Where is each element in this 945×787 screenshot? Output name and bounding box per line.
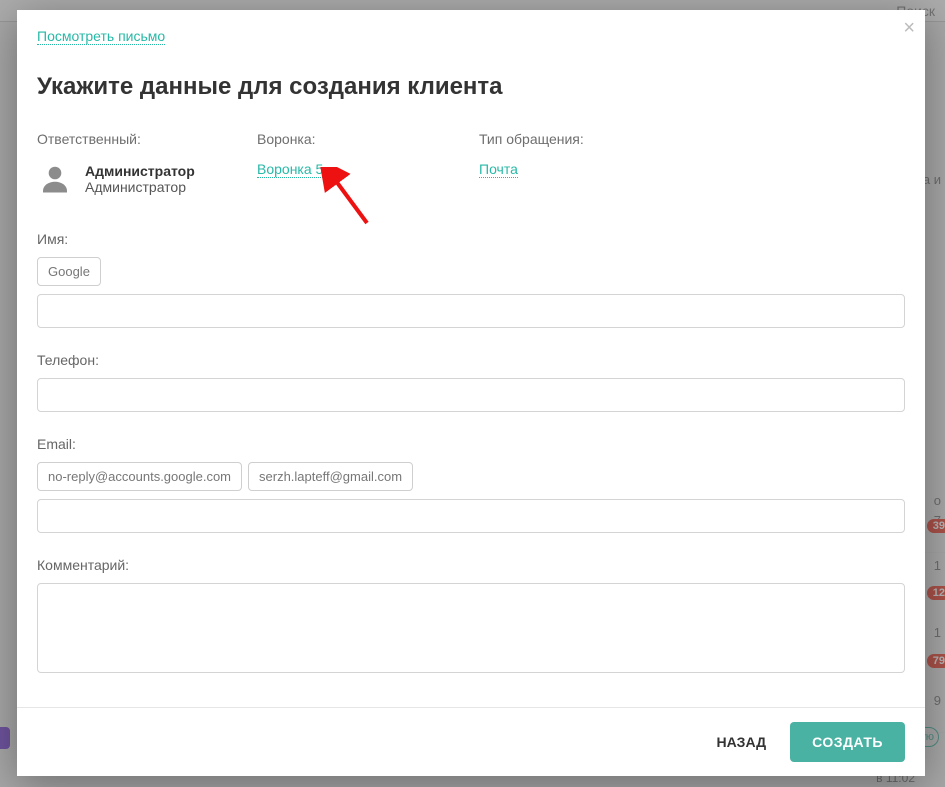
name-input[interactable] bbox=[37, 294, 905, 328]
responsible-label: Ответственный: bbox=[37, 131, 257, 147]
create-button[interactable]: СОЗДАТЬ bbox=[790, 722, 905, 762]
responsible-block: Ответственный: Администратор Администрат… bbox=[37, 131, 257, 197]
suggestion-chip[interactable]: no-reply@accounts.google.com bbox=[37, 462, 242, 491]
view-letter-link[interactable]: Посмотреть письмо bbox=[37, 28, 165, 45]
name-field: Имя: Google bbox=[37, 231, 905, 328]
request-type-block: Тип обращения: Почта bbox=[479, 131, 905, 197]
comment-field: Комментарий: bbox=[37, 557, 905, 676]
request-type-select[interactable]: Почта bbox=[479, 161, 518, 178]
create-client-modal: × Посмотреть письмо Укажите данные для с… bbox=[17, 10, 925, 776]
funnel-block: Воронка: Воронка 5 bbox=[257, 131, 479, 197]
comment-textarea[interactable] bbox=[37, 583, 905, 673]
close-icon[interactable]: × bbox=[903, 18, 915, 38]
email-label: Email: bbox=[37, 436, 905, 452]
email-field: Email: no-reply@accounts.google.com serz… bbox=[37, 436, 905, 533]
name-suggestions: Google bbox=[37, 257, 905, 286]
comment-label: Комментарий: bbox=[37, 557, 905, 573]
modal-footer: НАЗАД СОЗДАТЬ bbox=[17, 707, 925, 776]
responsible-content[interactable]: Администратор Администратор bbox=[37, 161, 257, 197]
name-label: Имя: bbox=[37, 231, 905, 247]
info-row: Ответственный: Администратор Администрат… bbox=[37, 131, 905, 197]
request-type-label: Тип обращения: bbox=[479, 131, 905, 147]
suggestion-chip[interactable]: serzh.lapteff@gmail.com bbox=[248, 462, 413, 491]
email-suggestions: no-reply@accounts.google.com serzh.lapte… bbox=[37, 462, 905, 491]
funnel-label: Воронка: bbox=[257, 131, 479, 147]
responsible-subtitle: Администратор bbox=[85, 179, 195, 195]
user-avatar-icon bbox=[37, 161, 73, 197]
modal-body: Посмотреть письмо Укажите данные для соз… bbox=[17, 10, 925, 707]
modal-title: Укажите данные для создания клиента bbox=[37, 73, 905, 101]
responsible-name: Администратор bbox=[85, 163, 195, 179]
phone-input[interactable] bbox=[37, 378, 905, 412]
funnel-select[interactable]: Воронка 5 bbox=[257, 161, 323, 178]
phone-field: Телефон: bbox=[37, 352, 905, 412]
back-button[interactable]: НАЗАД bbox=[704, 724, 778, 760]
email-input[interactable] bbox=[37, 499, 905, 533]
suggestion-chip[interactable]: Google bbox=[37, 257, 101, 286]
phone-label: Телефон: bbox=[37, 352, 905, 368]
